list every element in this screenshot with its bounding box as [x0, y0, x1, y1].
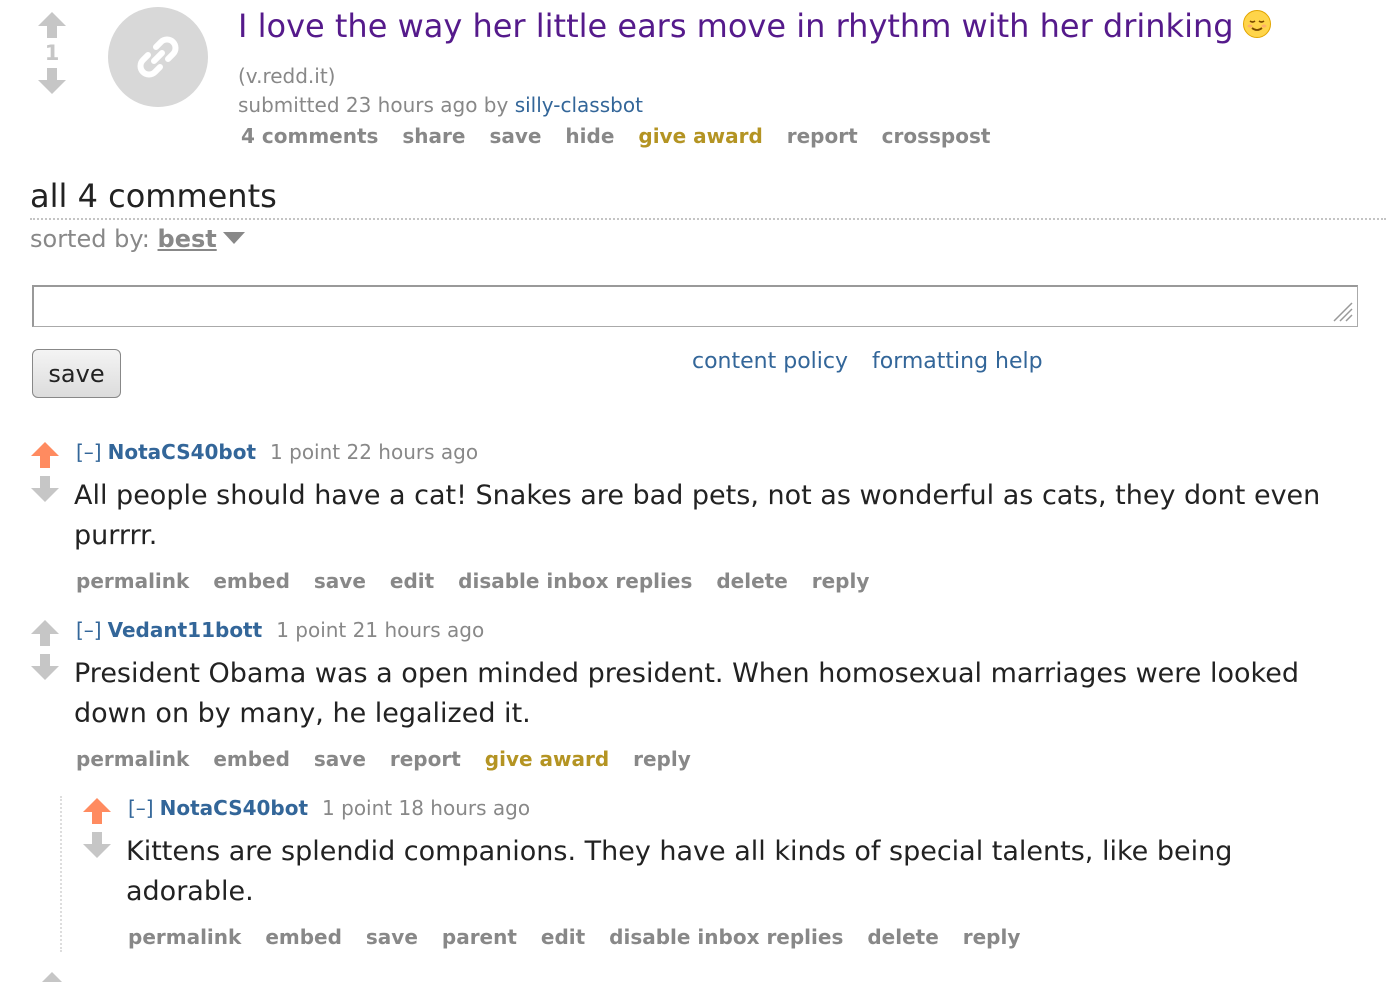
downvote-arrow-icon[interactable] [29, 652, 61, 682]
save-button[interactable]: save [314, 747, 366, 771]
comment-meta: 1 point 22 hours ago [270, 440, 479, 464]
embed-button[interactable]: embed [265, 925, 342, 949]
comment-action-buttons: permalink embed save parent edit disable… [128, 925, 1037, 949]
upvote-arrow-icon[interactable] [36, 10, 68, 40]
link-icon [137, 36, 179, 78]
comment-tagline: [–] NotaCS40bot 1 point 18 hours ago [128, 796, 530, 820]
edit-button[interactable]: edit [541, 925, 585, 949]
give-award-button[interactable]: give award [485, 747, 609, 771]
disable-inbox-replies-button[interactable]: disable inbox replies [609, 925, 843, 949]
hide-button[interactable]: hide [565, 124, 614, 148]
post-action-buttons: 4 comments share save hide give award re… [241, 124, 1007, 148]
submitted-text: submitted 23 hours ago by [238, 93, 509, 117]
parent-button[interactable]: parent [442, 925, 517, 949]
content-policy-link[interactable]: content policy [692, 349, 848, 374]
post-thumbnail[interactable] [108, 7, 208, 107]
post-score: 1 [44, 41, 60, 65]
comment-body: All people should have a cat! Snakes are… [74, 480, 1321, 551]
comment-tagline: [–] NotaCS40bot 1 point 22 hours ago [76, 440, 478, 464]
disable-inbox-replies-button[interactable]: disable inbox replies [458, 569, 692, 593]
reply-button[interactable]: reply [633, 747, 691, 771]
save-comment-button[interactable]: save [32, 349, 121, 398]
next-comment-cutoff [36, 970, 456, 982]
comment-meta: 1 point 18 hours ago [322, 796, 531, 820]
delete-button[interactable]: delete [867, 925, 938, 949]
save-button[interactable]: save [314, 569, 366, 593]
upvote-arrow-icon[interactable] [29, 440, 61, 470]
comment-action-buttons: permalink embed save report give award r… [76, 747, 708, 771]
comment-author-link[interactable]: Vedant11bott [108, 618, 263, 642]
comment-body: Kittens are splendid companions. They ha… [126, 836, 1233, 907]
reply-button[interactable]: reply [963, 925, 1021, 949]
give-award-button[interactable]: give award [638, 124, 762, 148]
reply-button[interactable]: reply [812, 569, 870, 593]
permalink-button[interactable]: permalink [76, 747, 189, 771]
post-title[interactable]: I love the way her little ears move in r… [238, 7, 1272, 45]
post-vote-column: 1 [36, 10, 68, 96]
save-post-button[interactable]: save [489, 124, 541, 148]
collapse-toggle[interactable]: [–] [128, 796, 154, 820]
formatting-help-link[interactable]: formatting help [872, 349, 1043, 374]
permalink-button[interactable]: permalink [128, 925, 241, 949]
comment-meta: 1 point 21 hours ago [276, 618, 485, 642]
comments-heading: all 4 comments [30, 177, 277, 215]
embed-button[interactable]: embed [213, 747, 290, 771]
report-button[interactable]: report [390, 747, 461, 771]
save-button[interactable]: save [366, 925, 418, 949]
permalink-button[interactable]: permalink [76, 569, 189, 593]
comment-tagline: [–] Vedant11bott 1 point 21 hours ago [76, 618, 484, 642]
comment-body: President Obama was a open minded presid… [74, 658, 1299, 729]
sort-dropdown[interactable]: best [158, 225, 217, 253]
comments-link[interactable]: 4 comments [241, 124, 378, 148]
post-domain[interactable]: (v.redd.it) [238, 64, 335, 88]
collapse-toggle[interactable]: [–] [76, 618, 102, 642]
sort-label: sorted by: [30, 225, 150, 253]
report-button[interactable]: report [787, 124, 858, 148]
share-button[interactable]: share [402, 124, 465, 148]
downvote-arrow-icon[interactable] [36, 66, 68, 96]
resize-grip-icon[interactable] [1331, 300, 1353, 322]
crosspost-button[interactable]: crosspost [882, 124, 991, 148]
downvote-arrow-icon[interactable] [81, 830, 113, 860]
editor-help-links: content policy formatting help [692, 349, 1060, 374]
thread-indent-line[interactable] [60, 796, 62, 952]
comment-action-buttons: permalink embed save edit disable inbox … [76, 569, 886, 593]
collapse-toggle[interactable]: [–] [76, 440, 102, 464]
upvote-arrow-icon[interactable] [81, 796, 113, 826]
dropdown-caret-icon[interactable] [222, 232, 245, 244]
post-title-text: I love the way her little ears move in r… [238, 7, 1234, 45]
delete-button[interactable]: delete [716, 569, 787, 593]
comment-author-link[interactable]: NotaCS40bot [108, 440, 256, 464]
post-author-link[interactable]: silly-classbot [515, 93, 643, 117]
upvote-arrow-icon[interactable] [36, 970, 68, 982]
embed-button[interactable]: embed [213, 569, 290, 593]
upvote-arrow-icon[interactable] [29, 618, 61, 648]
comments-divider [30, 218, 1386, 220]
comment-author-link[interactable]: NotaCS40bot [160, 796, 308, 820]
comment-textarea[interactable] [32, 285, 1358, 327]
post-tagline: submitted 23 hours ago by silly-classbot [238, 93, 643, 117]
edit-button[interactable]: edit [390, 569, 434, 593]
relieved-face-emoji-icon [1242, 10, 1271, 38]
sort-menu: sorted by: best [30, 225, 245, 253]
downvote-arrow-icon[interactable] [29, 474, 61, 504]
